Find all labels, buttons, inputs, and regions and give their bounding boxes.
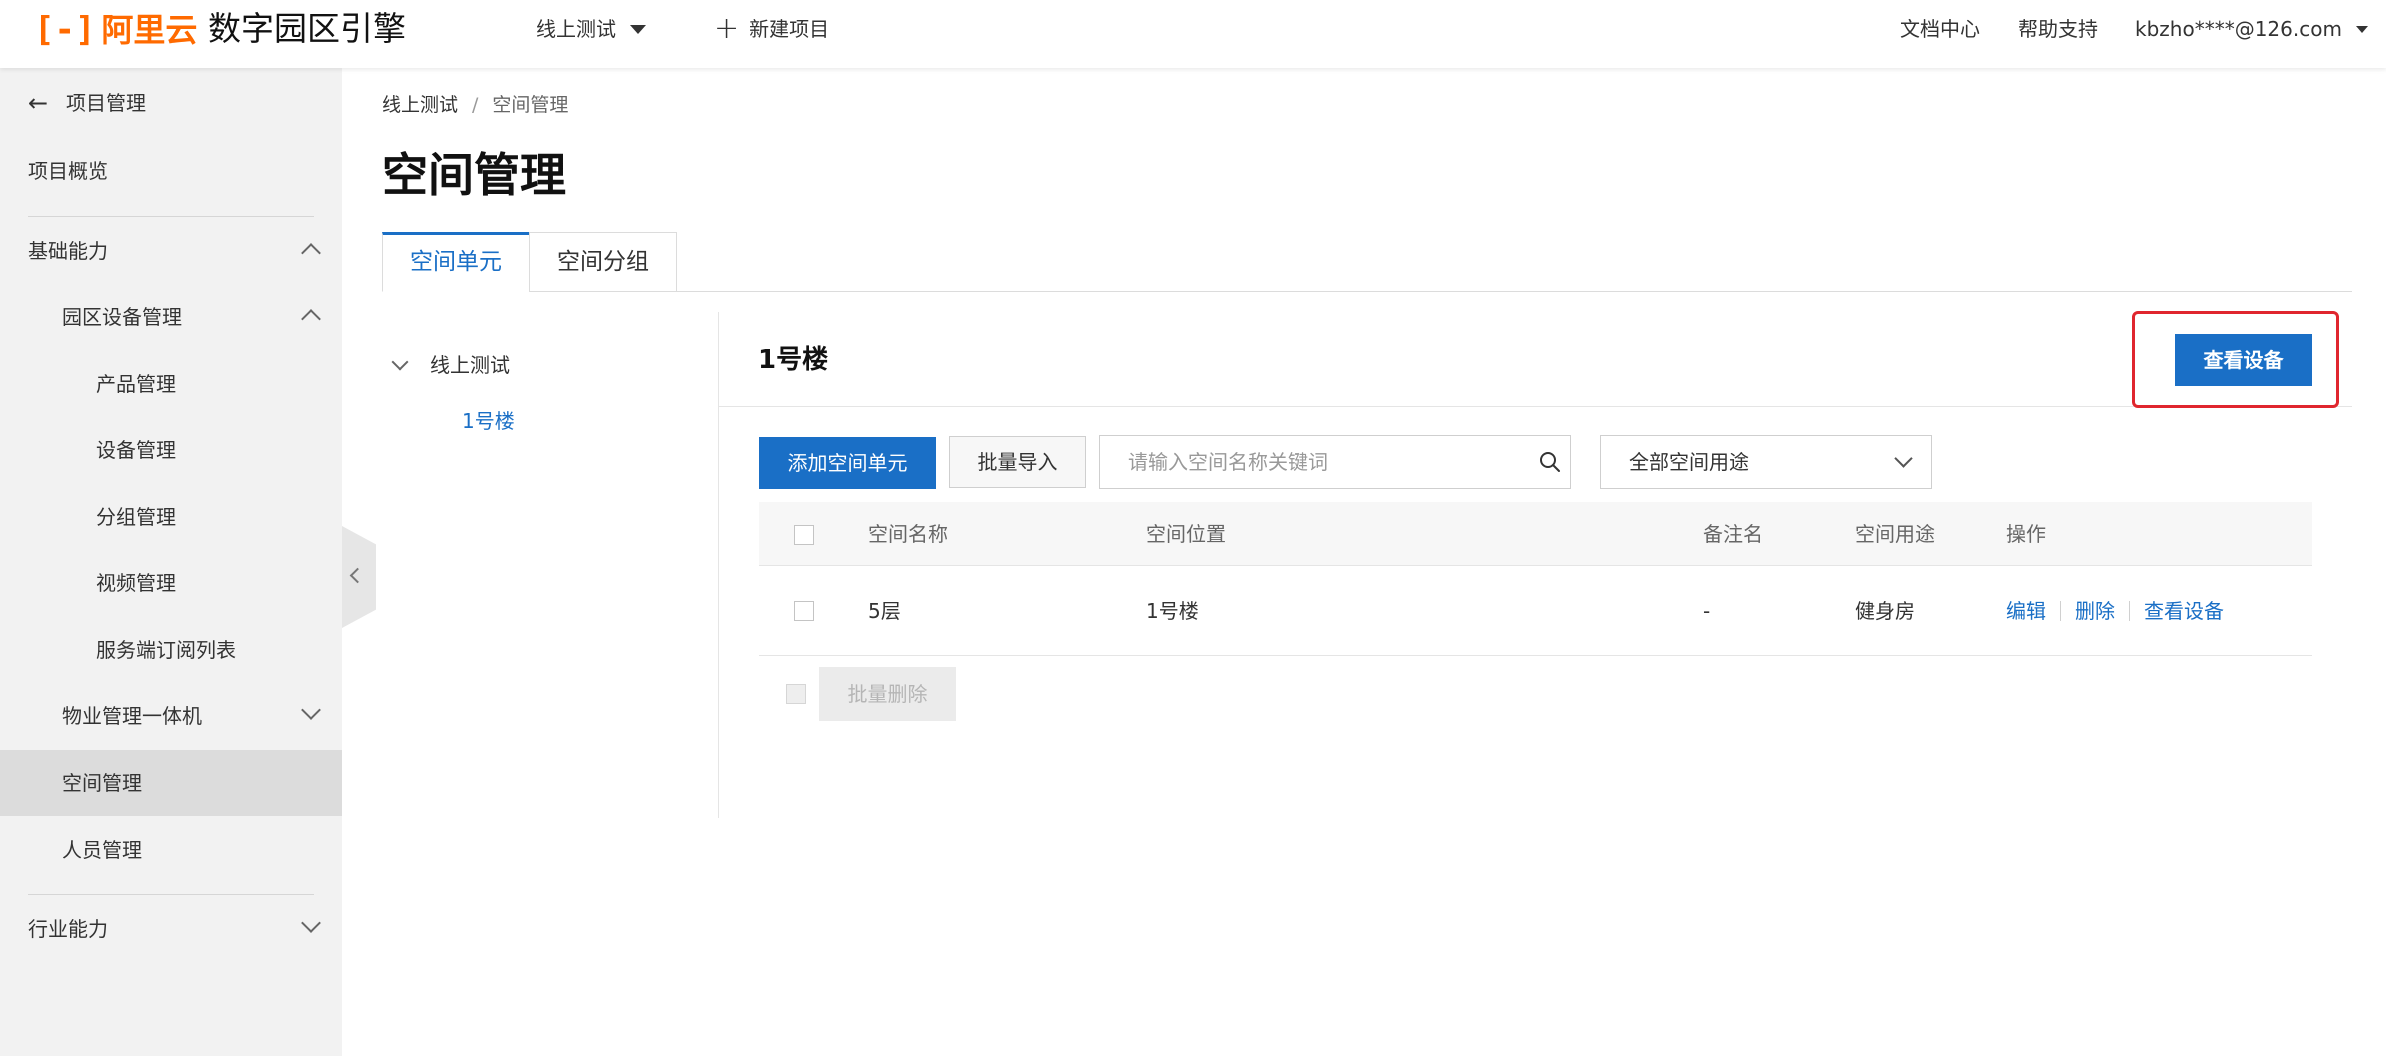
sidebar: ← 项目管理 项目概览 基础能力 园区设备管理 产品管理 设备管理 分组管理 视… [0, 68, 342, 1056]
project-switcher[interactable]: 线上测试 [536, 15, 646, 43]
sidebar-item-products[interactable]: 产品管理 [0, 351, 342, 417]
sidebar-item-label: 项目概览 [28, 159, 108, 183]
page-title: 空间管理 [382, 148, 566, 202]
sidebar-group-basic[interactable]: 基础能力 [0, 218, 342, 284]
column-header-remark: 备注名 [1703, 522, 1763, 546]
select-all-checkbox[interactable] [794, 525, 814, 545]
tree-node-root[interactable]: 线上测试 [390, 350, 510, 380]
sidebar-group-industry[interactable]: 行业能力 [0, 896, 342, 962]
cell-space-location: 1号楼 [1146, 599, 1199, 623]
sidebar-item-personnel[interactable]: 人员管理 [0, 817, 342, 883]
tree-panel-divider [718, 312, 719, 818]
sidebar-item-devices[interactable]: 设备管理 [0, 417, 342, 483]
chevron-down-icon [301, 913, 321, 933]
space-usage-filter[interactable]: 全部空间用途 [1600, 435, 1932, 489]
tree-node-label: 线上测试 [430, 353, 510, 377]
sidebar-item-label: 产品管理 [96, 372, 176, 396]
back-label: 项目管理 [66, 91, 146, 115]
tab-space-units[interactable]: 空间单元 [382, 232, 530, 292]
aliyun-logo-text: 阿里云 [101, 11, 198, 49]
panel-divider [719, 406, 2352, 407]
aliyun-logo-icon: [-] [34, 10, 96, 50]
row-checkbox[interactable] [794, 601, 814, 621]
sidebar-item-label: 分组管理 [96, 505, 176, 529]
breadcrumb-project-link[interactable]: 线上测试 [382, 92, 458, 118]
row-actions: 编辑 删除 查看设备 [2006, 596, 2224, 626]
footer-select-all-checkbox[interactable] [786, 684, 806, 704]
chevron-up-icon [301, 243, 321, 263]
tab-bar: 空间单元 空间分组 [382, 232, 2352, 292]
help-support-link[interactable]: 帮助支持 [2018, 15, 2098, 43]
sidebar-item-label: 人员管理 [62, 838, 142, 862]
sidebar-item-label: 服务端订阅列表 [96, 638, 236, 662]
panel-title: 1号楼 [758, 345, 829, 375]
breadcrumb-current: 空间管理 [492, 94, 569, 116]
batch-delete-button[interactable]: 批量删除 [819, 667, 956, 721]
column-header-name: 空间名称 [868, 522, 948, 546]
sidebar-item-groups[interactable]: 分组管理 [0, 484, 342, 550]
cell-space-usage: 健身房 [1855, 599, 1915, 623]
cell-space-name: 5层 [868, 599, 901, 623]
chevron-down-icon [301, 700, 321, 720]
sidebar-item-label: 基础能力 [28, 239, 108, 263]
sidebar-item-space-mgmt[interactable]: 空间管理 [0, 750, 342, 816]
sidebar-group-property[interactable]: 物业管理一体机 [0, 683, 342, 749]
sidebar-divider [28, 216, 314, 217]
caret-down-icon [2355, 25, 2368, 33]
cell-remark: - [1703, 599, 1711, 623]
account-menu[interactable]: kbzho****@126.com [2135, 15, 2368, 43]
chevron-down-icon [391, 353, 409, 371]
breadcrumb: 线上测试 / 空间管理 [382, 92, 568, 118]
sidebar-item-label: 空间管理 [62, 771, 142, 795]
back-to-projects[interactable]: ← 项目管理 [0, 70, 342, 136]
column-header-actions: 操作 [2006, 522, 2046, 546]
table-row: 5层 1号楼 - 健身房 编辑 删除 查看设备 [759, 566, 2312, 656]
sidebar-group-device-mgmt[interactable]: 园区设备管理 [0, 284, 342, 350]
sidebar-item-subscriptions[interactable]: 服务端订阅列表 [0, 617, 342, 683]
row-view-devices-link[interactable]: 查看设备 [2144, 596, 2224, 626]
arrow-left-icon: ← [28, 89, 49, 117]
action-separator [2060, 601, 2061, 621]
docs-center-link[interactable]: 文档中心 [1900, 15, 1980, 43]
tree-node-building-1[interactable]: 1号楼 [462, 406, 515, 436]
sidebar-divider [28, 894, 314, 895]
chevron-left-icon [349, 567, 366, 584]
filter-selected-value: 全部空间用途 [1629, 450, 1749, 474]
sidebar-item-video[interactable]: 视频管理 [0, 550, 342, 616]
batch-import-button[interactable]: 批量导入 [949, 436, 1086, 488]
tab-space-groups[interactable]: 空间分组 [529, 232, 677, 292]
sidebar-item-label: 设备管理 [96, 438, 176, 462]
column-header-location: 空间位置 [1146, 522, 1226, 546]
edit-link[interactable]: 编辑 [2006, 596, 2046, 626]
plus-icon: + [714, 11, 740, 46]
search-box [1099, 435, 1571, 489]
sidebar-collapse-toggle[interactable] [342, 526, 376, 628]
sidebar-item-label: 视频管理 [96, 571, 176, 595]
sidebar-item-label: 行业能力 [28, 917, 108, 941]
delete-link[interactable]: 删除 [2075, 596, 2115, 626]
table-header: 空间名称 空间位置 备注名 空间用途 操作 [759, 502, 2312, 566]
account-email: kbzho****@126.com [2135, 17, 2342, 41]
top-navigation-bar: [-] 阿里云 数字园区引擎 线上测试 + 新建项目 文档中心 帮助支持 kbz… [0, 0, 2386, 68]
chevron-down-icon [1894, 449, 1913, 468]
view-devices-button[interactable]: 查看设备 [2175, 334, 2312, 386]
action-separator [2129, 601, 2130, 621]
chevron-up-icon [301, 309, 321, 329]
sidebar-item-overview[interactable]: 项目概览 [0, 138, 342, 204]
caret-down-icon [630, 24, 646, 34]
add-space-unit-button[interactable]: 添加空间单元 [759, 437, 936, 489]
project-switcher-label: 线上测试 [536, 17, 616, 41]
aliyun-logo[interactable]: [-] 阿里云 [34, 10, 197, 50]
sidebar-item-label: 物业管理一体机 [62, 704, 202, 728]
column-header-usage: 空间用途 [1855, 522, 1935, 546]
sidebar-item-label: 园区设备管理 [62, 305, 182, 329]
search-icon[interactable] [1538, 450, 1562, 474]
new-project-label: 新建项目 [749, 17, 830, 41]
product-name: 数字园区引擎 [208, 9, 406, 48]
search-input[interactable] [1100, 436, 1520, 488]
new-project-button[interactable]: + 新建项目 [714, 11, 830, 46]
breadcrumb-separator: / [472, 94, 479, 116]
